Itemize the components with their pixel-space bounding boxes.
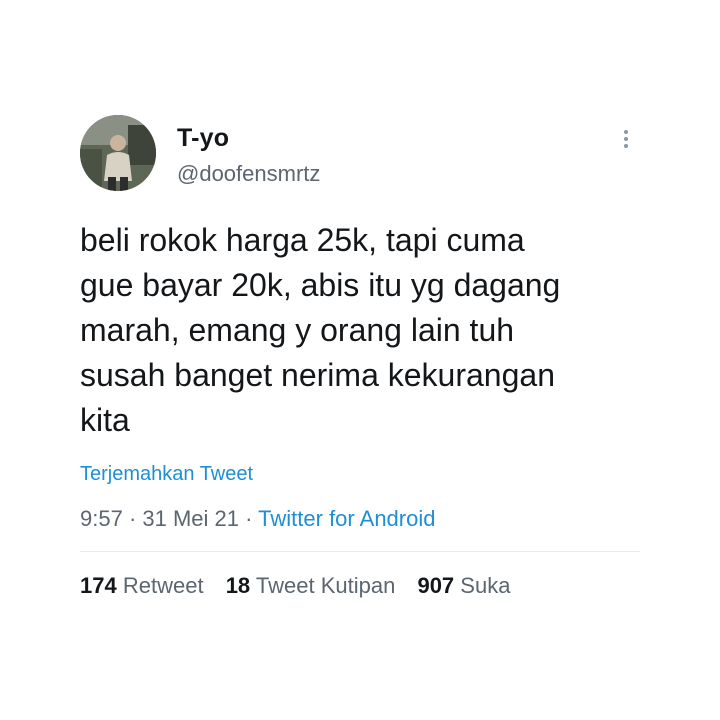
likes-stat[interactable]: 907 Suka [417,573,510,599]
quote-tweets-stat[interactable]: 18 Tweet Kutipan [226,573,396,599]
display-name[interactable]: T-yo [177,124,229,153]
quotes-label: Tweet Kutipan [255,573,396,598]
quotes-count: 18 [225,573,251,598]
avatar-photo [80,115,156,191]
retweets-label: Retweet [122,573,204,598]
tweet-stats: 174 Retweet 18 Tweet Kutipan 907 Suka [80,573,526,599]
user-handle[interactable]: @doofensmrtz [177,161,320,187]
meta-separator: · [239,506,259,531]
retweets-count: 174 [80,573,117,598]
retweets-stat[interactable]: 174 Retweet [80,573,204,599]
meta-separator: · [122,506,143,531]
tweet-source-link[interactable]: Twitter for Android [258,506,435,531]
tweet-meta: 9:57 · 31 Mei 21 · Twitter for Android [80,506,435,532]
likes-label: Suka [460,573,511,598]
tweet-date: 31 Mei 21 [142,506,240,531]
translate-tweet-link[interactable]: Terjemahkan Tweet [80,463,253,486]
tweet-screenshot: T-yo @doofensmrtz beli rokok harga 25k, … [0,0,720,720]
avatar[interactable] [80,115,156,191]
divider [80,551,640,552]
tweet-time: 9:57 [80,506,123,531]
tweet-text: beli rokok harga 25k, tapi cuma gue baya… [80,222,561,438]
likes-count: 907 [417,573,455,598]
more-vertical-icon[interactable] [614,125,638,153]
